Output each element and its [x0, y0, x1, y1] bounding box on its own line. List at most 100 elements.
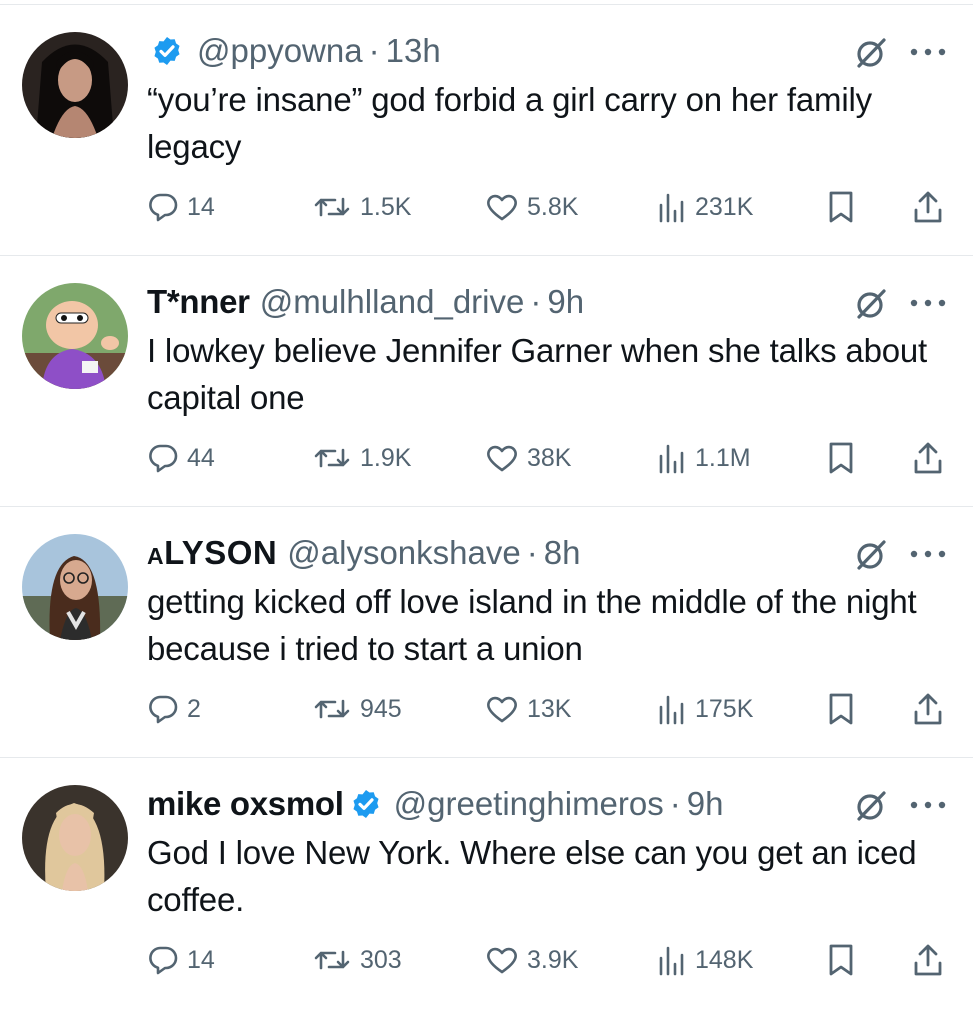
user-handle[interactable]: @mulhlland_drive	[260, 283, 525, 321]
retweet-icon	[314, 699, 350, 719]
tweet-header: T*nner @mulhlland_drive · 9h	[147, 280, 584, 324]
display-name[interactable]: mike oxsmol	[147, 785, 344, 823]
views-count: 148K	[695, 945, 754, 974]
avatar[interactable]	[22, 534, 128, 640]
bookmark-icon	[829, 442, 853, 474]
retweet-icon	[314, 448, 350, 468]
more-icon[interactable]	[906, 41, 950, 63]
like-count: 5.8K	[527, 192, 579, 221]
tweet-text: “you’re insane” god forbid a girl carry …	[147, 81, 872, 165]
retweet-count: 1.5K	[360, 192, 412, 221]
retweet-count: 1.9K	[360, 443, 412, 472]
share-button[interactable]	[912, 689, 944, 729]
separator-dot: ·	[368, 32, 380, 69]
share-button[interactable]	[912, 438, 944, 478]
tweet-feed: @ppyowna · 13h “you’re insane” god forbi…	[0, 5, 973, 1009]
like-count: 3.9K	[527, 945, 579, 974]
views-icon	[659, 695, 684, 725]
retweet-button[interactable]: 945	[312, 689, 402, 729]
tweet-text: God I love New York. Where else can you …	[147, 834, 917, 918]
grok-icon[interactable]	[853, 788, 889, 824]
share-icon	[914, 442, 942, 474]
timestamp[interactable]: 9h	[547, 283, 584, 321]
retweet-button[interactable]: 1.5K	[312, 187, 411, 227]
retweet-button[interactable]: 1.9K	[312, 438, 411, 478]
retweet-icon	[314, 197, 350, 217]
separator-dot: ·	[526, 534, 538, 571]
tweet-header: @ppyowna · 13h	[147, 29, 441, 73]
like-button[interactable]: 38K	[485, 438, 571, 478]
tweet-actions: 44 1.9K 38K 1.1M	[147, 438, 947, 478]
views-count: 231K	[695, 192, 754, 221]
share-icon	[914, 191, 942, 223]
grok-icon[interactable]	[853, 537, 889, 573]
bookmark-icon	[829, 944, 853, 976]
views-count: 175K	[695, 694, 754, 723]
views-button[interactable]: 148K	[657, 940, 753, 980]
tweet-header: aLYSON @alysonkshave · 8h	[147, 531, 580, 575]
timestamp[interactable]: 8h	[544, 534, 581, 572]
bookmark-button[interactable]	[827, 940, 855, 980]
avatar[interactable]	[22, 32, 128, 138]
share-button[interactable]	[912, 187, 944, 227]
bookmark-button[interactable]	[827, 438, 855, 478]
reply-count: 14	[187, 945, 215, 974]
reply-button[interactable]: 14	[147, 940, 215, 980]
tweet-text: I lowkey believe Jennifer Garner when sh…	[147, 332, 927, 416]
like-icon	[487, 696, 517, 723]
tweet[interactable]: @ppyowna · 13h “you’re insane” god forbi…	[0, 5, 973, 256]
views-button[interactable]: 231K	[657, 187, 753, 227]
reply-count: 14	[187, 192, 215, 221]
display-name[interactable]: T*nner	[147, 283, 250, 321]
like-button[interactable]: 3.9K	[485, 940, 578, 980]
like-button[interactable]: 13K	[485, 689, 571, 729]
display-name[interactable]: aLYSON	[147, 534, 277, 572]
reply-icon	[149, 444, 178, 473]
like-icon	[487, 947, 517, 974]
user-handle[interactable]: @alysonkshave	[287, 534, 520, 572]
like-button[interactable]: 5.8K	[485, 187, 578, 227]
views-button[interactable]: 1.1M	[657, 438, 751, 478]
verified-badge-icon	[350, 788, 382, 820]
like-icon	[487, 194, 517, 221]
user-handle[interactable]: @greetinghimeros	[394, 785, 664, 823]
reply-button[interactable]: 14	[147, 187, 215, 227]
views-button[interactable]: 175K	[657, 689, 753, 729]
avatar[interactable]	[22, 283, 128, 389]
avatar[interactable]	[22, 785, 128, 891]
separator-dot: ·	[669, 785, 681, 822]
bookmark-button[interactable]	[827, 187, 855, 227]
share-button[interactable]	[912, 940, 944, 980]
retweet-count: 945	[360, 694, 402, 723]
views-icon	[659, 193, 684, 223]
reply-button[interactable]: 44	[147, 438, 215, 478]
more-icon[interactable]	[906, 794, 950, 816]
reply-count: 44	[187, 443, 215, 472]
like-count: 13K	[527, 694, 572, 723]
reply-icon	[149, 695, 178, 724]
more-icon[interactable]	[906, 292, 950, 314]
tweet-text: getting kicked off love island in the mi…	[147, 583, 917, 667]
tweet-header: mike oxsmol @greetinghimeros · 9h	[147, 782, 723, 826]
tweet[interactable]: T*nner @mulhlland_drive · 9h I lowkey be…	[0, 256, 973, 507]
like-count: 38K	[527, 443, 572, 472]
tweet-actions: 14 303 3.9K 148K	[147, 940, 947, 980]
bookmark-button[interactable]	[827, 689, 855, 729]
reply-icon	[149, 946, 178, 975]
grok-icon[interactable]	[853, 286, 889, 322]
timestamp[interactable]: 13h	[386, 32, 441, 70]
reply-button[interactable]: 2	[147, 689, 201, 729]
timestamp[interactable]: 9h	[687, 785, 724, 823]
retweet-button[interactable]: 303	[312, 940, 402, 980]
views-icon	[659, 444, 684, 474]
more-icon[interactable]	[906, 543, 950, 565]
grok-icon[interactable]	[853, 35, 889, 71]
share-icon	[914, 693, 942, 725]
user-handle[interactable]: @ppyowna	[197, 32, 363, 70]
retweet-count: 303	[360, 945, 402, 974]
tweet[interactable]: mike oxsmol @greetinghimeros · 9h God I …	[0, 758, 973, 1009]
views-count: 1.1M	[695, 443, 751, 472]
bookmark-icon	[829, 693, 853, 725]
reply-count: 2	[187, 694, 201, 723]
tweet[interactable]: aLYSON @alysonkshave · 8h getting kicked…	[0, 507, 973, 758]
